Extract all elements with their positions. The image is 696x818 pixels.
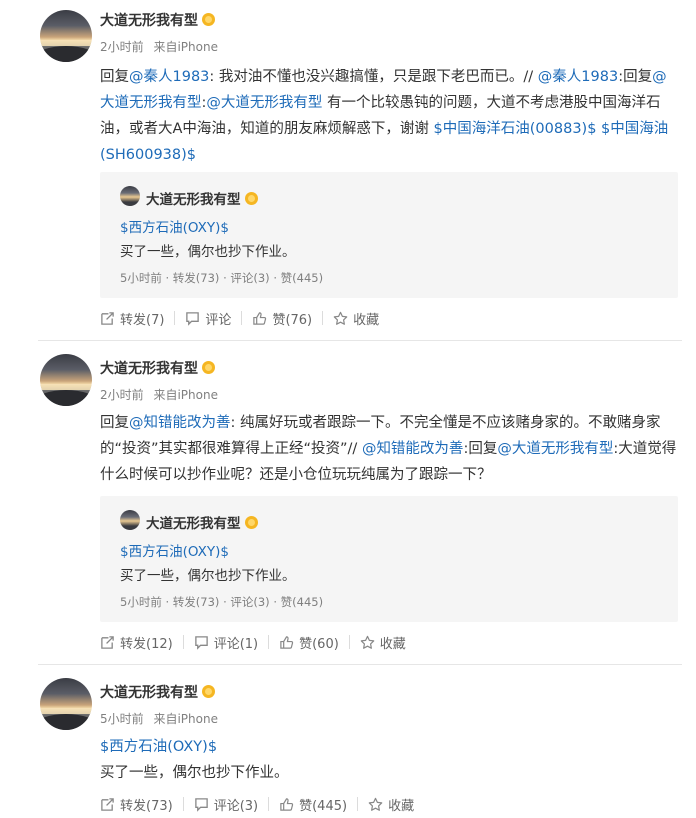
content-text: :回复 xyxy=(618,69,653,85)
post-content: 回复@知错能改为善: 纯属好玩或者跟踪一下。不完全懂是不应该赌身家的。不敢赌身家… xyxy=(100,410,678,488)
mention-link[interactable]: @知错能改为善 xyxy=(129,415,231,431)
post-content: 回复@秦人1983: 我对油不懂也没兴趣搞懂，只是跟下老巴而已。// @秦人19… xyxy=(100,64,678,168)
favorite-icon xyxy=(333,311,348,325)
post-source: 来自iPhone xyxy=(153,388,218,402)
repost-time[interactable]: 5小时前 xyxy=(120,595,162,609)
repost-meta: 5小时前 · 转发(73) · 评论(3) · 赞(445) xyxy=(120,271,324,285)
comment-button[interactable]: 评论(1) xyxy=(194,633,258,652)
repost-icon xyxy=(101,311,114,325)
repost-card[interactable]: 大道无形我有型 $西方石油(OXY)$ 买了一些，偶尔也抄下作业。 5小时前 ·… xyxy=(100,172,678,298)
stock-link[interactable]: $中国海洋石油(00883)$ xyxy=(434,121,597,137)
repost-avatar[interactable] xyxy=(120,510,140,530)
like-icon xyxy=(280,635,294,649)
post-stock-link[interactable]: $西方石油(OXY)$ xyxy=(100,734,678,760)
mention-link[interactable]: @大道无形我有型 xyxy=(497,441,613,457)
comment-icon xyxy=(194,797,208,812)
mention-link[interactable]: @大道无形我有型 xyxy=(206,95,322,111)
repost-stock-link[interactable]: $西方石油(OXY)$ xyxy=(120,216,229,236)
post-time[interactable]: 5小时前 xyxy=(100,712,144,726)
repost-icon xyxy=(101,635,114,649)
avatar[interactable] xyxy=(40,354,92,406)
comment-button[interactable]: 评论(3) xyxy=(194,795,258,814)
repost-meta: 5小时前 · 转发(73) · 评论(3) · 赞(445) xyxy=(120,595,324,609)
post-actions: 转发(73) 评论(3) 赞(445) 收藏 xyxy=(100,794,414,814)
repost-icon xyxy=(101,797,114,811)
username[interactable]: 大道无形我有型 xyxy=(100,10,215,30)
post-meta: 2小时前 来自iPhone xyxy=(100,386,218,403)
favorite-button[interactable]: 收藏 xyxy=(333,309,379,328)
verified-badge-icon xyxy=(202,13,215,26)
repost-username[interactable]: 大道无形我有型 xyxy=(146,188,258,208)
repost-like-count[interactable]: 赞(445) xyxy=(281,595,323,609)
repost-repost-count[interactable]: 转发(73) xyxy=(173,595,220,609)
favorite-button[interactable]: 收藏 xyxy=(368,795,414,814)
like-button[interactable]: 赞(445) xyxy=(279,795,347,814)
repost-button[interactable]: 转发(7) xyxy=(100,309,164,328)
repost-text: 买了一些，偶尔也抄下作业。 xyxy=(120,244,296,260)
verified-badge-icon xyxy=(202,685,215,698)
repost-button[interactable]: 转发(12) xyxy=(100,633,173,652)
content-text: 回复 xyxy=(100,69,129,85)
repost-text: 买了一些，偶尔也抄下作业。 xyxy=(120,568,296,584)
post-actions: 转发(7) 评论 赞(76) 收藏 xyxy=(100,308,379,328)
like-button[interactable]: 赞(60) xyxy=(279,633,339,652)
favorite-button[interactable]: 收藏 xyxy=(360,633,406,652)
content-text: 回复 xyxy=(100,415,129,431)
post-time[interactable]: 2小时前 xyxy=(100,40,144,54)
post-text: 买了一些，偶尔也抄下作业。 xyxy=(100,765,289,781)
comment-button[interactable]: 评论 xyxy=(185,309,231,328)
verified-badge-icon xyxy=(244,516,258,529)
mention-link[interactable]: @秦人1983 xyxy=(538,69,618,85)
username[interactable]: 大道无形我有型 xyxy=(100,358,215,378)
like-button[interactable]: 赞(76) xyxy=(252,309,312,328)
comment-icon xyxy=(194,635,208,650)
repost-username[interactable]: 大道无形我有型 xyxy=(146,512,258,532)
favorite-icon xyxy=(360,635,375,649)
content-text: : 我对油不懂也没兴趣搞懂，只是跟下老巴而已。// xyxy=(209,69,538,85)
like-icon xyxy=(253,311,267,325)
avatar[interactable] xyxy=(40,10,92,62)
repost-comment-count[interactable]: 评论(3) xyxy=(230,271,269,285)
repost-repost-count[interactable]: 转发(73) xyxy=(173,271,220,285)
like-icon xyxy=(280,797,294,811)
content-text: :回复 xyxy=(463,441,498,457)
post-source: 来自iPhone xyxy=(153,40,218,54)
favorite-icon xyxy=(368,797,383,811)
repost-avatar[interactable] xyxy=(120,186,140,206)
mention-link[interactable]: @秦人1983 xyxy=(129,69,209,85)
avatar[interactable] xyxy=(40,678,92,730)
post-source: 来自iPhone xyxy=(153,712,218,726)
post-meta: 2小时前 来自iPhone xyxy=(100,38,218,55)
post-time[interactable]: 2小时前 xyxy=(100,388,144,402)
repost-like-count[interactable]: 赞(445) xyxy=(281,271,323,285)
repost-stock-link[interactable]: $西方石油(OXY)$ xyxy=(120,540,229,560)
verified-badge-icon xyxy=(202,361,215,374)
repost-card[interactable]: 大道无形我有型 $西方石油(OXY)$ 买了一些，偶尔也抄下作业。 5小时前 ·… xyxy=(100,496,678,622)
verified-badge-icon xyxy=(244,192,258,205)
post-divider xyxy=(38,340,682,341)
comment-icon xyxy=(186,311,200,326)
post-actions: 转发(12) 评论(1) 赞(60) 收藏 xyxy=(100,632,406,652)
post-divider xyxy=(38,664,682,665)
repost-time[interactable]: 5小时前 xyxy=(120,271,162,285)
username[interactable]: 大道无形我有型 xyxy=(100,682,215,702)
repost-comment-count[interactable]: 评论(3) xyxy=(230,595,269,609)
repost-button[interactable]: 转发(73) xyxy=(100,795,173,814)
post-meta: 5小时前 来自iPhone xyxy=(100,710,218,727)
mention-link[interactable]: @知错能改为善 xyxy=(362,441,464,457)
